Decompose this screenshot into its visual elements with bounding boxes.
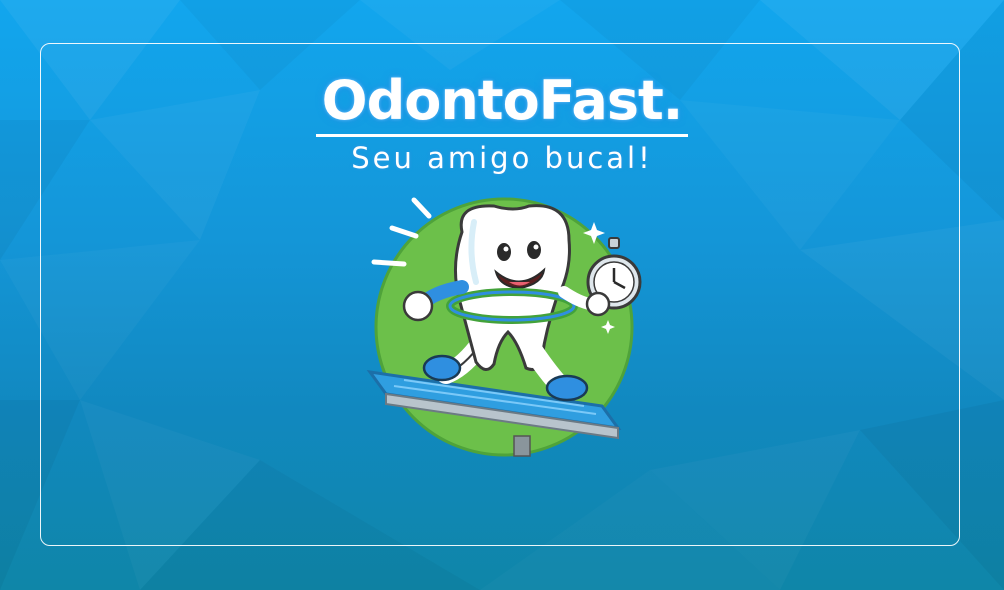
brand-subtitle: Seu amigo bucal! — [351, 141, 653, 175]
brand-title: OdontoFast. — [315, 70, 689, 137]
brand-header: OdontoFast. Seu amigo bucal! — [0, 70, 1004, 175]
running-tooth-mascot-icon — [366, 197, 642, 457]
